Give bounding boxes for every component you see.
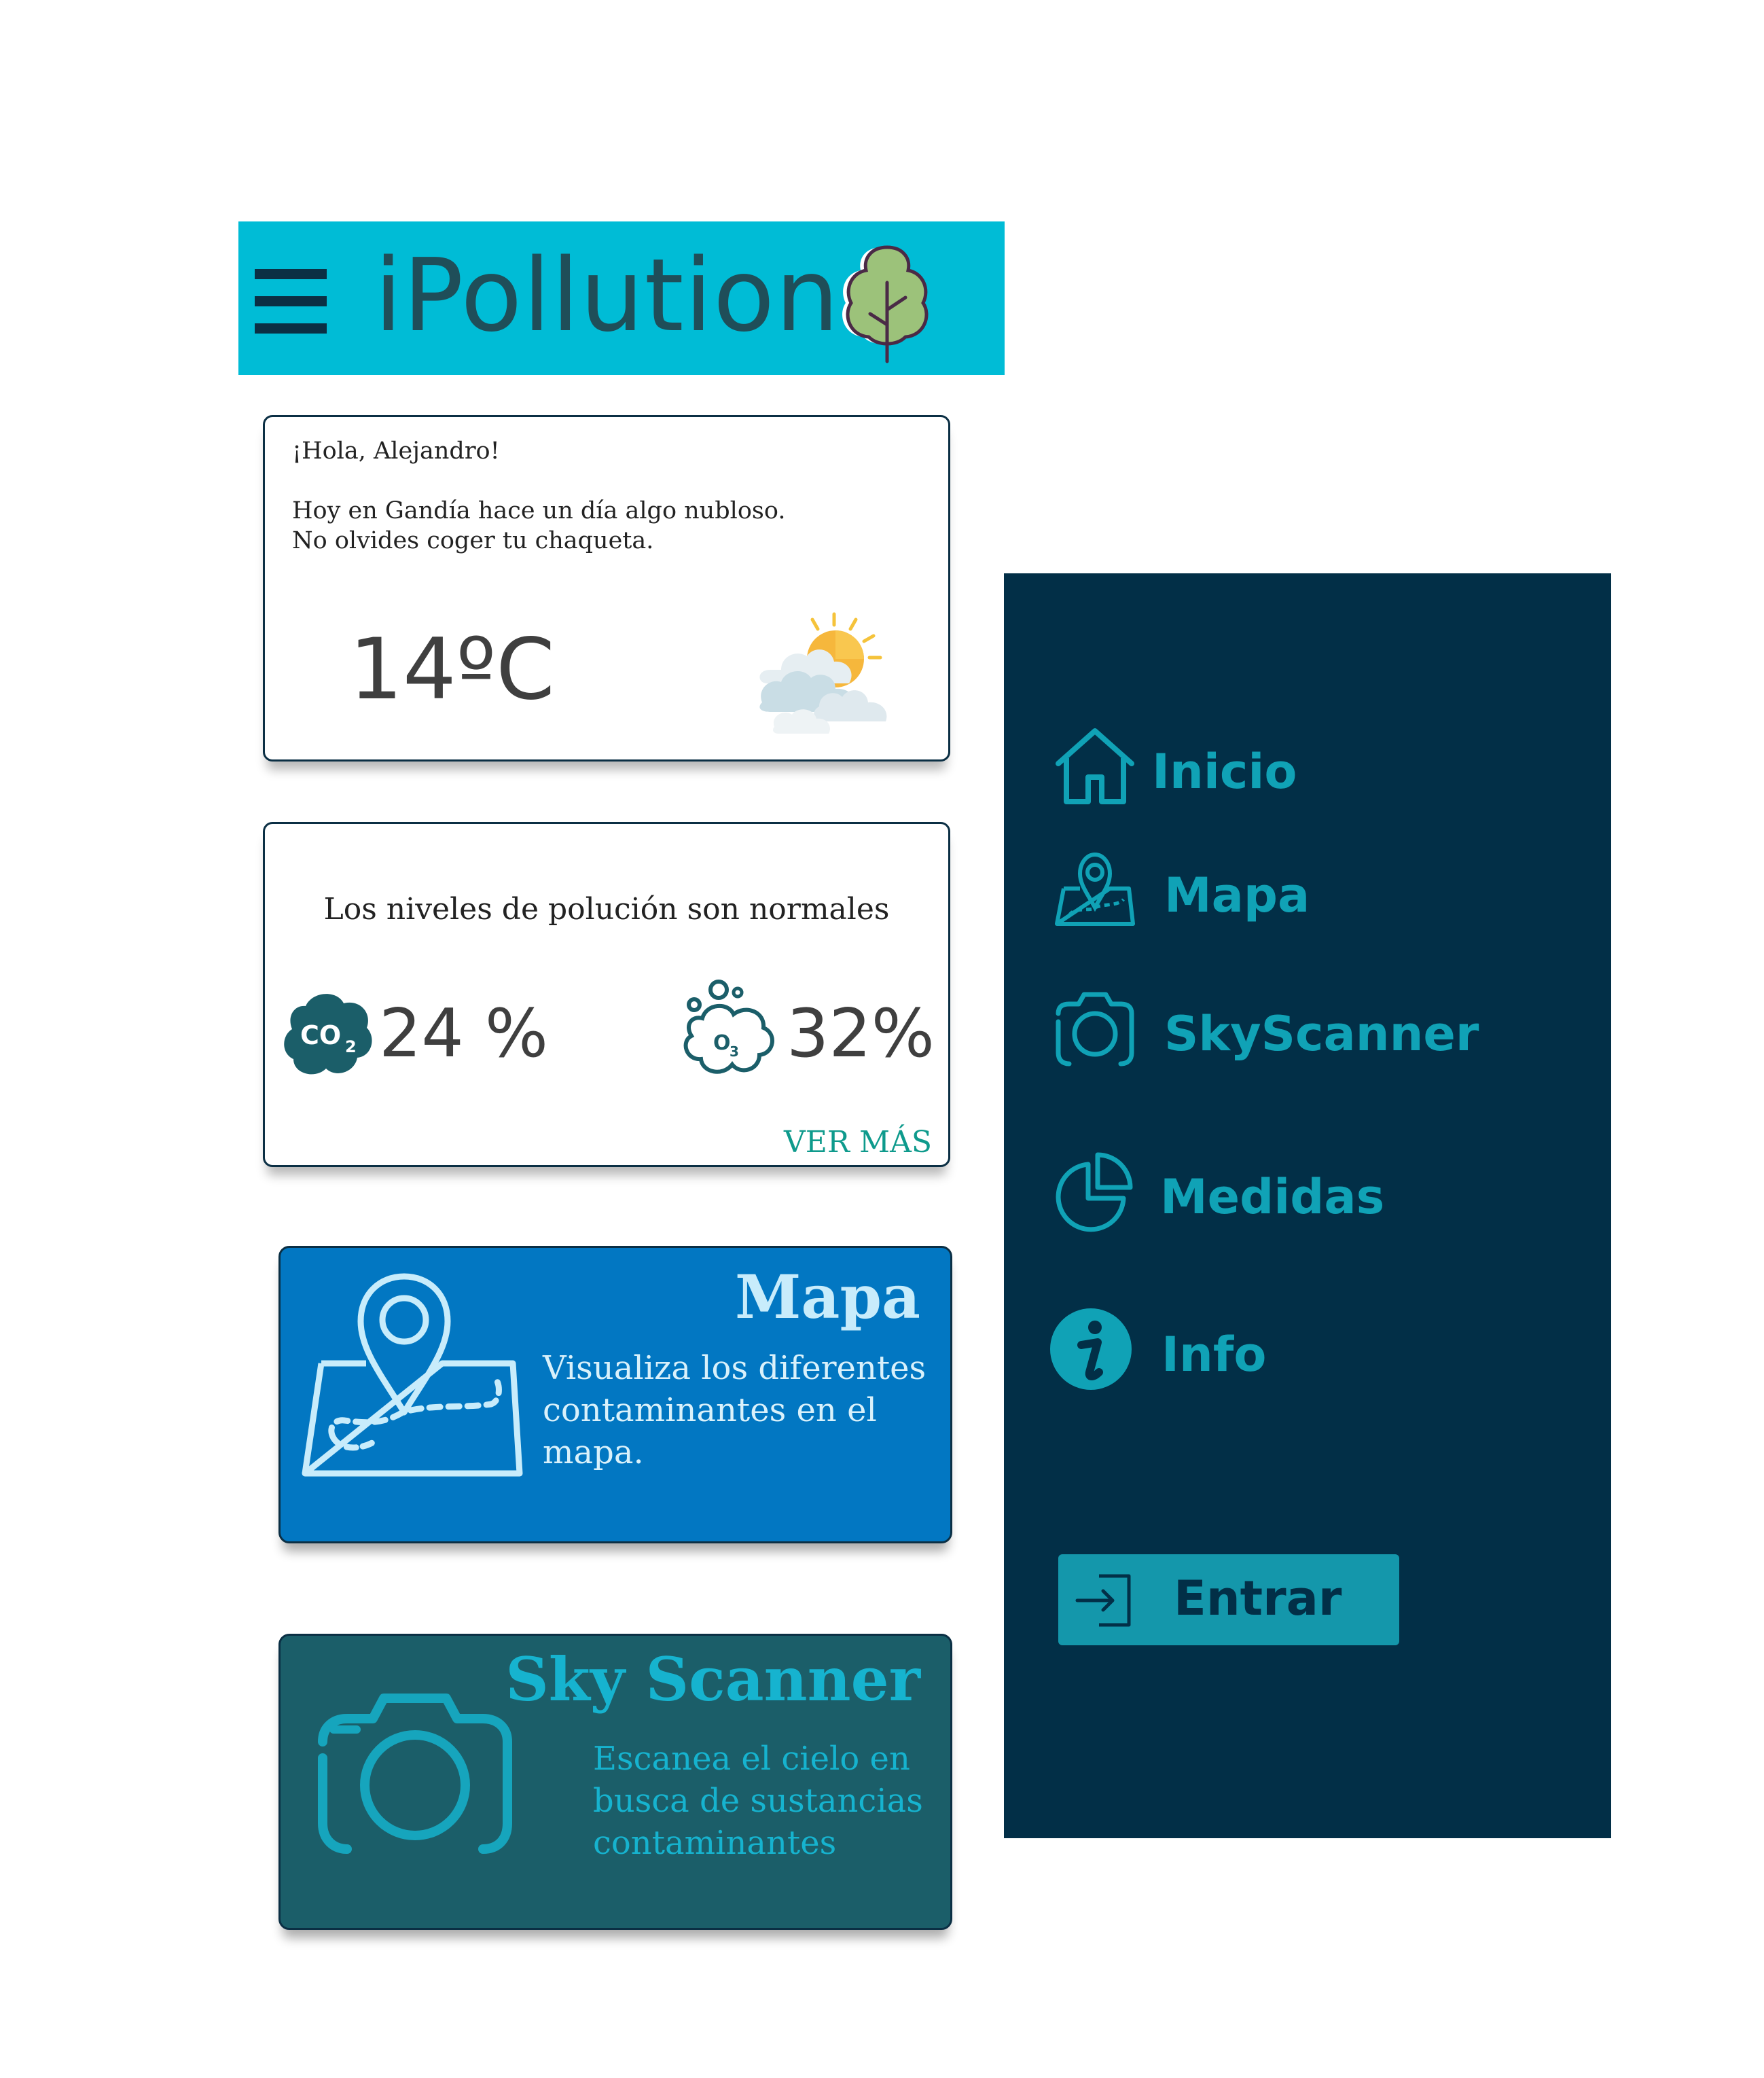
mapa-feature-card[interactable]: Mapa Visualiza los diferentes contaminan… (278, 1246, 952, 1543)
pollution-card: Los niveles de polución son normales CO … (263, 822, 950, 1167)
map-pin-icon (302, 1273, 523, 1477)
weather-card: ¡Hola, Alejandro! Hoy en Gandía hace un … (263, 415, 950, 762)
side-navigation-menu: Inicio Mapa SkyScanner Medidas Info Entr… (1004, 573, 1611, 1838)
o3-value: 32% (787, 995, 935, 1073)
o3-cloud-icon: O 3 (683, 980, 774, 1074)
co2-value: 24 % (379, 995, 548, 1073)
skyscanner-card-description: Escanea el cielo en busca de sustancias … (593, 1740, 923, 1862)
mapa-card-title: Mapa (735, 1261, 920, 1332)
menu-item-skyscanner-label: SkyScanner (1164, 1006, 1479, 1062)
menu-item-skyscanner[interactable]: SkyScanner (1004, 986, 1611, 1075)
menu-item-info-label: Info (1162, 1327, 1267, 1382)
greeting-text: ¡Hola, Alejandro! (292, 437, 500, 465)
skyscanner-feature-card[interactable]: Sky Scanner Escanea el cielo en busca de… (278, 1634, 952, 1930)
ver-mas-link[interactable]: VER MÁS (784, 1125, 932, 1160)
partly-cloudy-icon (759, 612, 887, 734)
app-screen: iPollution ¡Hola, Alejandro! Hoy en Gand… (0, 0, 1764, 2078)
menu-item-mapa-label: Mapa (1164, 867, 1310, 923)
co2-cloud-icon: CO 2 (284, 994, 372, 1075)
svg-text:CO: CO (300, 1020, 341, 1050)
home-icon (1056, 728, 1134, 804)
mapa-card-description: Visualiza los diferentes contaminantes e… (543, 1349, 926, 1471)
camera-icon (1056, 992, 1134, 1067)
hamburger-menu-icon[interactable] (255, 269, 327, 334)
app-title: iPollution (374, 237, 840, 354)
svg-text:3: 3 (730, 1043, 739, 1060)
temperature-value: 14ºC (349, 621, 555, 719)
camera-icon (318, 1694, 512, 1854)
pie-chart-icon (1056, 1152, 1133, 1232)
menu-item-medidas[interactable]: Medidas (1004, 1149, 1611, 1238)
entrar-button[interactable]: Entrar (1058, 1554, 1399, 1645)
menu-item-inicio[interactable]: Inicio (1004, 724, 1611, 812)
app-header: iPollution (238, 221, 1005, 375)
svg-text:2: 2 (345, 1037, 357, 1056)
info-icon (1050, 1308, 1132, 1390)
weather-message: Hoy en Gandía hace un día algo nubloso. … (292, 496, 785, 556)
tree-logo-icon (842, 245, 929, 363)
entrar-button-label: Entrar (1174, 1571, 1342, 1626)
login-icon (1075, 1574, 1131, 1627)
weather-message-line-1: Hoy en Gandía hace un día algo nubloso. (292, 497, 786, 524)
menu-item-mapa[interactable]: Mapa (1004, 848, 1611, 936)
menu-item-medidas-label: Medidas (1160, 1169, 1385, 1225)
menu-item-info[interactable]: Info (1004, 1307, 1611, 1395)
skyscanner-card-title: Sky Scanner (505, 1644, 920, 1715)
menu-item-inicio-label: Inicio (1152, 744, 1297, 800)
pollution-status-title: Los niveles de polución son normales (323, 892, 890, 927)
weather-message-line-2: No olvides coger tu chaqueta. (292, 527, 654, 554)
map-icon (1055, 852, 1135, 926)
svg-text:O: O (713, 1031, 731, 1055)
